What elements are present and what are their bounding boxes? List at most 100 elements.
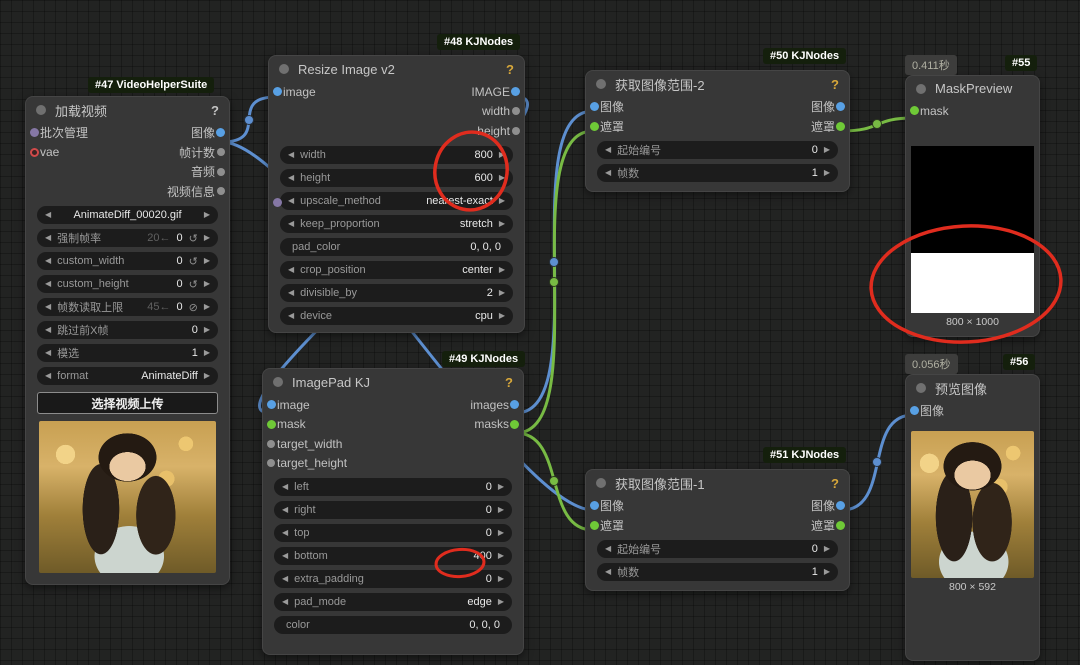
collapse-dot-icon[interactable] xyxy=(596,79,606,89)
node-mask-preview[interactable]: MaskPreview mask 800 × 1000 xyxy=(905,75,1040,337)
input-slot-mask[interactable] xyxy=(590,521,599,530)
widget-format[interactable]: ◀ format AnimateDiff ▶ xyxy=(37,367,218,385)
collapse-dot-icon[interactable] xyxy=(273,377,283,387)
input-slot-image[interactable] xyxy=(267,400,276,409)
node-get-image-range-1[interactable]: 获取图像范围-1 ? 图像 图像 遮罩 遮罩 ◀ 起始编号 0 ▶ ◀ 帧数 1… xyxy=(585,469,850,591)
decrement-arrow-icon[interactable]: ◀ xyxy=(288,266,294,274)
widget-frame-count[interactable]: ◀ 帧数 1 ▶ xyxy=(597,164,838,182)
increment-arrow-icon[interactable]: ▶ xyxy=(204,211,210,219)
increment-arrow-icon[interactable]: ▶ xyxy=(204,326,210,334)
widget-color[interactable]: color 0, 0, 0 xyxy=(274,616,512,634)
output-slot-mask[interactable] xyxy=(836,122,845,131)
node-imagepad-kj[interactable]: ImagePad KJ ? image images mask masks ta… xyxy=(262,368,524,655)
increment-arrow-icon[interactable]: ▶ xyxy=(204,234,210,242)
widget-pad-color[interactable]: pad_color 0, 0, 0 xyxy=(280,238,513,256)
decrement-arrow-icon[interactable]: ◀ xyxy=(45,280,51,288)
decrement-arrow-icon[interactable]: ◀ xyxy=(288,289,294,297)
decrement-arrow-icon[interactable]: ◀ xyxy=(288,151,294,159)
decrement-arrow-icon[interactable]: ◀ xyxy=(605,146,611,154)
increment-arrow-icon[interactable]: ▶ xyxy=(204,303,210,311)
node-get-image-range-2[interactable]: 获取图像范围-2 ? 图像 图像 遮罩 遮罩 ◀ 起始编号 0 ▶ ◀ 帧数 1… xyxy=(585,70,850,192)
link-midpoint-dot[interactable] xyxy=(245,116,254,125)
decrement-arrow-icon[interactable]: ◀ xyxy=(605,568,611,576)
collapse-dot-icon[interactable] xyxy=(596,478,606,488)
widget-skip-first-frames[interactable]: ◀ 跳过前X帧 0 ▶ xyxy=(37,321,218,339)
input-slot-target-width[interactable] xyxy=(267,440,275,448)
widget-extra-padding[interactable]: ◀ extra_padding 0 ▶ xyxy=(274,570,512,588)
widget-video-file[interactable]: ◀ AnimateDiff_00020.gif ▶ xyxy=(37,206,218,224)
increment-arrow-icon[interactable]: ▶ xyxy=(498,529,504,537)
widget-bottom[interactable]: ◀ bottom 400 ▶ xyxy=(274,547,512,565)
widget-start-index[interactable]: ◀ 起始编号 0 ▶ xyxy=(597,141,838,159)
decrement-arrow-icon[interactable]: ◀ xyxy=(288,220,294,228)
decrement-arrow-icon[interactable]: ◀ xyxy=(605,169,611,177)
increment-arrow-icon[interactable]: ▶ xyxy=(824,169,830,177)
help-icon[interactable]: ? xyxy=(831,476,839,491)
input-slot-vae[interactable] xyxy=(30,148,39,157)
widget-top[interactable]: ◀ top 0 ▶ xyxy=(274,524,512,542)
input-slot-upscale-method[interactable] xyxy=(273,198,282,207)
output-slot-mask[interactable] xyxy=(836,521,845,530)
output-slot-images[interactable] xyxy=(510,400,519,409)
increment-arrow-icon[interactable]: ▶ xyxy=(499,197,505,205)
increment-arrow-icon[interactable]: ▶ xyxy=(824,568,830,576)
widget-upscale-method[interactable]: ◀ upscale_method nearest-exact ▶ xyxy=(280,192,513,210)
decrement-arrow-icon[interactable]: ◀ xyxy=(45,349,51,357)
widget-crop-position[interactable]: ◀ crop_position center ▶ xyxy=(280,261,513,279)
decrement-arrow-icon[interactable]: ◀ xyxy=(45,211,51,219)
link-midpoint-dot[interactable] xyxy=(550,278,559,287)
output-slot-image[interactable] xyxy=(836,501,845,510)
input-slot-image[interactable] xyxy=(273,87,282,96)
widget-force-rate[interactable]: ◀ 强制帧率 20← 0 ↺ ▶ xyxy=(37,229,218,247)
collapse-dot-icon[interactable] xyxy=(279,64,289,74)
node-title-bar[interactable]: Resize Image v2 ? xyxy=(269,56,524,82)
input-slot-mask[interactable] xyxy=(910,106,919,115)
node-load-video[interactable]: 加载视频 ? 批次管理 图像 vae 帧计数 音频 视频信息 ◀ Animate… xyxy=(25,96,230,585)
widget-width[interactable]: ◀ width 800 ▶ xyxy=(280,146,513,164)
increment-arrow-icon[interactable]: ▶ xyxy=(499,151,505,159)
reset-icon[interactable]: ↺ xyxy=(189,232,198,245)
decrement-arrow-icon[interactable]: ◀ xyxy=(282,529,288,537)
input-slot-image[interactable] xyxy=(910,406,919,415)
link-midpoint-dot[interactable] xyxy=(873,120,882,129)
widget-frame-load-cap[interactable]: ◀ 帧数读取上限 45← 0 ⊘ ▶ xyxy=(37,298,218,316)
reset-icon[interactable]: ↺ xyxy=(189,255,198,268)
decrement-arrow-icon[interactable]: ◀ xyxy=(282,483,288,491)
node-title-bar[interactable]: 预览图像 xyxy=(906,375,1039,401)
output-slot-image[interactable] xyxy=(836,102,845,111)
link-midpoint-dot[interactable] xyxy=(873,458,882,467)
input-slot-target-height[interactable] xyxy=(267,459,275,467)
widget-height[interactable]: ◀ height 600 ▶ xyxy=(280,169,513,187)
decrement-arrow-icon[interactable]: ◀ xyxy=(288,174,294,182)
decrement-arrow-icon[interactable]: ◀ xyxy=(282,598,288,606)
node-title-bar[interactable]: 获取图像范围-1 ? xyxy=(586,470,849,496)
decrement-arrow-icon[interactable]: ◀ xyxy=(45,303,51,311)
input-slot-batch[interactable] xyxy=(30,128,39,137)
decrement-arrow-icon[interactable]: ◀ xyxy=(45,326,51,334)
collapse-dot-icon[interactable] xyxy=(916,383,926,393)
increment-arrow-icon[interactable]: ▶ xyxy=(498,598,504,606)
node-resize-image-v2[interactable]: Resize Image v2 ? image IMAGE width heig… xyxy=(268,55,525,333)
widget-right[interactable]: ◀ right 0 ▶ xyxy=(274,501,512,519)
output-slot-width[interactable] xyxy=(512,107,520,115)
increment-arrow-icon[interactable]: ▶ xyxy=(498,483,504,491)
input-slot-mask[interactable] xyxy=(590,122,599,131)
output-slot-frame-count[interactable] xyxy=(217,148,225,156)
help-icon[interactable]: ? xyxy=(506,62,514,77)
node-preview-image[interactable]: 预览图像 图像 800 × 592 xyxy=(905,374,1040,661)
output-slot-masks[interactable] xyxy=(510,420,519,429)
increment-arrow-icon[interactable]: ▶ xyxy=(499,220,505,228)
collapse-dot-icon[interactable] xyxy=(36,105,46,115)
link-midpoint-dot[interactable] xyxy=(550,477,559,486)
decrement-arrow-icon[interactable]: ◀ xyxy=(605,545,611,553)
increment-arrow-icon[interactable]: ▶ xyxy=(498,506,504,514)
decrement-arrow-icon[interactable]: ◀ xyxy=(288,312,294,320)
widget-custom-height[interactable]: ◀ custom_height 0 ↺ ▶ xyxy=(37,275,218,293)
collapse-dot-icon[interactable] xyxy=(916,84,926,94)
output-slot-image[interactable] xyxy=(511,87,520,96)
widget-keep-proportion[interactable]: ◀ keep_proportion stretch ▶ xyxy=(280,215,513,233)
decrement-arrow-icon[interactable]: ◀ xyxy=(288,197,294,205)
node-title-bar[interactable]: MaskPreview xyxy=(906,76,1039,101)
increment-arrow-icon[interactable]: ▶ xyxy=(204,372,210,380)
widget-pad-mode[interactable]: ◀ pad_mode edge ▶ xyxy=(274,593,512,611)
